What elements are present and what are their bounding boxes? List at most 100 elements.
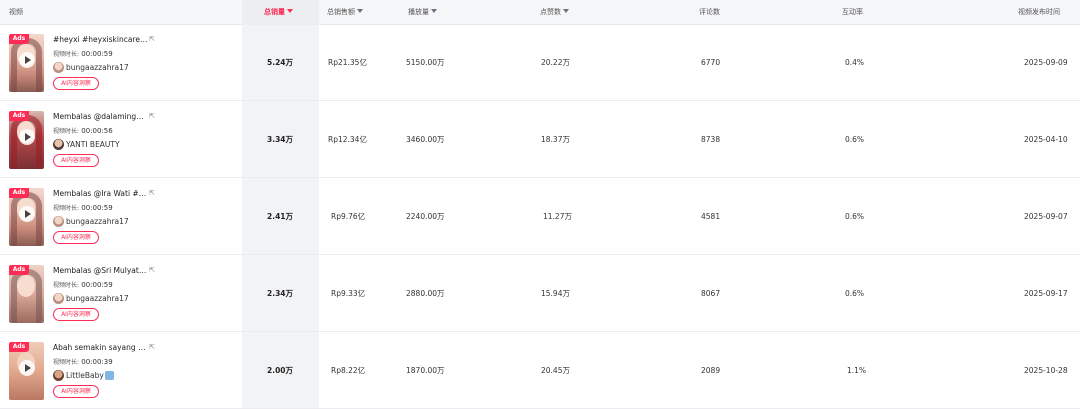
author-name: bungaazzahra17: [66, 294, 129, 303]
comments-value: 4581: [701, 212, 721, 221]
ai-insight-button[interactable]: AI内容洞察: [53, 385, 99, 398]
header-total-revenue[interactable]: 总销售额: [327, 0, 363, 25]
header-publish-time: 视频发布时间: [1018, 0, 1060, 25]
comments-value: 2089: [701, 366, 721, 375]
video-thumbnail[interactable]: Ads: [9, 342, 44, 400]
engagement-value: 0.6%: [845, 135, 865, 144]
avatar: [53, 62, 64, 73]
play-icon[interactable]: [19, 129, 35, 145]
engagement-value: 0.4%: [845, 58, 865, 67]
views-value: 1870.00万: [406, 366, 445, 375]
header-likes[interactable]: 点赞数: [540, 0, 569, 25]
duration-value: 00:00:39: [81, 358, 113, 366]
duration-value: 00:00:56: [81, 127, 113, 135]
avatar: [53, 370, 64, 381]
header-publish-time-label: 视频发布时间: [1018, 8, 1060, 16]
engagement-value: 0.6%: [845, 289, 865, 298]
video-title[interactable]: Membalas @Ira Wati #h...: [53, 189, 148, 198]
video-thumbnail[interactable]: Ads: [9, 265, 44, 323]
ai-insight-button[interactable]: AI内容洞察: [53, 154, 99, 167]
author-name: bungaazzahra17: [66, 63, 129, 72]
table-row[interactable]: Ads Membalas @Ira Wati #h... ⇱ 视频时长: 00:…: [0, 179, 1080, 255]
video-title[interactable]: Membalas @Sri Mulyati ...: [53, 266, 148, 275]
revenue-value: Rp12.34亿: [328, 135, 367, 144]
likes-value: 20.22万: [541, 58, 570, 67]
author-name: LittleBaby: [66, 371, 104, 380]
revenue-value: Rp9.76亿: [331, 212, 366, 221]
publish-date-value: 2025-09-09: [1024, 58, 1068, 67]
author-name: YANTI BEAUTY: [66, 140, 120, 149]
ai-insight-button[interactable]: AI内容洞察: [53, 308, 99, 321]
table-row[interactable]: Ads Membalas @dalamingat... ⇱ 视频时长: 00:0…: [0, 102, 1080, 178]
play-icon[interactable]: [19, 52, 35, 68]
engagement-value: 0.6%: [845, 212, 865, 221]
revenue-value: Rp9.33亿: [331, 289, 366, 298]
duration-label: 视频时长:: [53, 51, 80, 58]
external-link-icon[interactable]: ⇱: [149, 343, 157, 351]
video-title[interactable]: #heyxi #heyxiskincare ...: [53, 35, 148, 44]
table-row[interactable]: Ads Membalas @Sri Mulyati ... ⇱ 视频时长: 00…: [0, 256, 1080, 332]
play-icon[interactable]: [19, 206, 35, 222]
table-row[interactable]: Ads Abah semakin sayang c... ⇱ 视频时长: 00:…: [0, 333, 1080, 409]
duration-label: 视频时长:: [53, 128, 80, 135]
likes-value: 15.94万: [541, 289, 570, 298]
publish-date-value: 2025-04-10: [1024, 135, 1068, 144]
header-engagement: 互动率: [842, 0, 863, 25]
duration-label: 视频时长:: [53, 205, 80, 212]
revenue-value: Rp8.22亿: [331, 366, 366, 375]
external-link-icon[interactable]: ⇱: [149, 266, 157, 274]
table-row[interactable]: Ads #heyxi #heyxiskincare ... ⇱ 视频时长: 00…: [0, 25, 1080, 101]
video-duration: 视频时长: 00:00:59: [53, 49, 113, 58]
author[interactable]: bungaazzahra17: [53, 216, 129, 228]
sort-down-icon: [431, 9, 437, 13]
avatar: [53, 293, 64, 304]
likes-value: 11.27万: [543, 212, 572, 221]
likes-value: 20.45万: [541, 366, 570, 375]
header-comments: 评论数: [699, 0, 720, 25]
external-link-icon[interactable]: ⇱: [149, 189, 157, 197]
ads-badge: Ads: [9, 34, 29, 44]
baby-emoji-icon: [104, 371, 114, 380]
header-total-sales[interactable]: 总销量: [264, 0, 293, 25]
sort-down-icon: [357, 9, 363, 13]
thumbnail-hijab: [11, 269, 42, 323]
header-total-sales-label: 总销量: [264, 8, 285, 16]
ai-insight-button[interactable]: AI内容洞察: [53, 231, 99, 244]
comments-value: 8738: [701, 135, 721, 144]
author[interactable]: YANTI BEAUTY: [53, 139, 120, 151]
duration-value: 00:00:59: [81, 281, 113, 289]
header-video: 视频: [9, 0, 23, 25]
video-thumbnail[interactable]: Ads: [9, 111, 44, 169]
ads-badge: Ads: [9, 188, 29, 198]
video-thumbnail[interactable]: Ads: [9, 34, 44, 92]
play-icon[interactable]: [19, 360, 35, 376]
video-thumbnail[interactable]: Ads: [9, 188, 44, 246]
revenue-value: Rp21.35亿: [328, 58, 367, 67]
ads-badge: Ads: [9, 342, 29, 352]
publish-date-value: 2025-09-07: [1024, 212, 1068, 221]
total-sales-value: 3.34万: [267, 135, 294, 144]
video-duration: 视频时长: 00:00:39: [53, 357, 113, 366]
external-link-icon[interactable]: ⇱: [149, 112, 157, 120]
duration-label: 视频时长:: [53, 282, 80, 289]
total-sales-value: 2.34万: [267, 289, 294, 298]
author-name: bungaazzahra17: [66, 217, 129, 226]
table-header: 视频 总销量 总销售额 播放量 点赞数 评论数 互动率 视频发布时间: [0, 0, 1080, 25]
total-sales-value: 5.24万: [267, 58, 294, 67]
ads-badge: Ads: [9, 265, 29, 275]
author[interactable]: bungaazzahra17: [53, 293, 129, 305]
header-total-revenue-label: 总销售额: [327, 8, 355, 16]
external-link-icon[interactable]: ⇱: [149, 35, 157, 43]
video-title[interactable]: Membalas @dalamingat...: [53, 112, 148, 121]
publish-date-value: 2025-09-17: [1024, 289, 1068, 298]
header-comments-label: 评论数: [699, 8, 720, 16]
sort-down-icon: [287, 9, 293, 13]
ai-insight-button[interactable]: AI内容洞察: [53, 77, 99, 90]
video-title[interactable]: Abah semakin sayang c...: [53, 343, 148, 352]
author[interactable]: LittleBaby: [53, 370, 114, 382]
header-likes-label: 点赞数: [540, 8, 561, 16]
header-views[interactable]: 播放量: [408, 0, 437, 25]
author[interactable]: bungaazzahra17: [53, 62, 129, 74]
duration-value: 00:00:59: [81, 50, 113, 58]
total-sales-value: 2.00万: [267, 366, 294, 375]
